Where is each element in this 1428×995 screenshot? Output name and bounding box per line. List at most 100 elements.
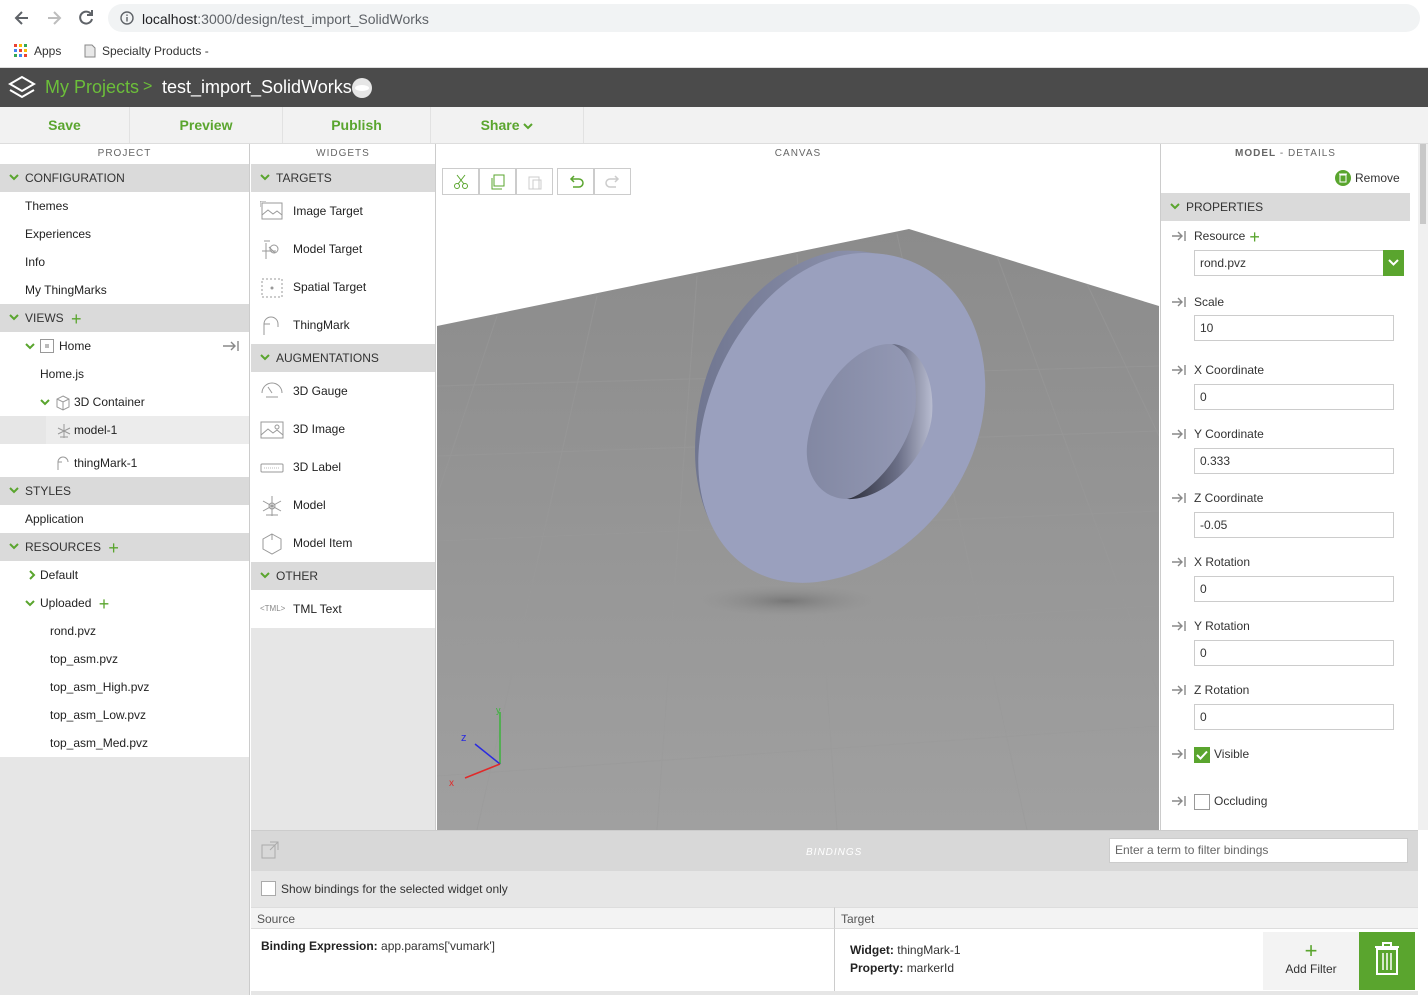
config-item-experiences[interactable]: Experiences [0, 220, 249, 248]
widget-model-item[interactable]: Model Item [251, 524, 435, 562]
chevron-down-icon [260, 352, 270, 362]
reload-icon[interactable] [76, 8, 96, 28]
show-selected-checkbox[interactable] [261, 881, 276, 896]
section-properties[interactable]: PROPERTIES [1161, 193, 1410, 221]
widget-3d-label[interactable]: 3D Label [251, 448, 435, 486]
remove-button[interactable]: Remove [1335, 170, 1400, 186]
scale-input[interactable]: 10 [1194, 315, 1394, 341]
occluding-checkbox[interactable] [1194, 794, 1210, 810]
z-rotation-input[interactable]: 0 [1194, 704, 1394, 730]
bind-arrow-icon[interactable] [1171, 556, 1187, 568]
preview-button[interactable]: Preview [130, 107, 283, 143]
section-augmentations[interactable]: AUGMENTATIONS [251, 344, 435, 372]
widget-3d-gauge[interactable]: 3D Gauge [251, 372, 435, 410]
widget-image-target[interactable]: Image Target [251, 192, 435, 230]
resource-file[interactable]: top_asm_Low.pvz [0, 701, 249, 729]
bookmark-specialty-products[interactable]: Specialty Products - [84, 44, 209, 58]
bind-arrow-icon[interactable] [1171, 795, 1187, 807]
bind-arrow-icon[interactable] [1171, 428, 1187, 440]
widget-thingmark[interactable]: ThingMark [251, 306, 435, 344]
y-coordinate-input[interactable]: 0.333 [1194, 448, 1394, 474]
scrollbar-thumb[interactable] [1420, 144, 1426, 224]
address-bar[interactable]: localhost:3000/design/test_import_SolidW… [108, 4, 1420, 32]
bind-arrow-icon[interactable] [1171, 620, 1187, 632]
widget-3d-gauge-label: 3D Gauge [293, 384, 348, 398]
section-resources[interactable]: RESOURCES + [0, 533, 249, 561]
delete-binding-button[interactable] [1359, 932, 1415, 990]
share-button[interactable]: Share [431, 107, 584, 143]
resource-file[interactable]: rond.pvz [0, 617, 249, 645]
x-rotation-input[interactable]: 0 [1194, 576, 1394, 602]
add-resource-icon[interactable]: + [1249, 228, 1260, 246]
info-icon[interactable] [120, 11, 134, 25]
binding-expression-label: Binding Expression: [261, 939, 378, 953]
bindings-filter-input[interactable]: Enter a term to filter bindings [1109, 838, 1408, 863]
config-item-info[interactable]: Info [0, 248, 249, 276]
tree-thingmark-1[interactable]: thingMark-1 [0, 444, 249, 477]
resource-uploaded[interactable]: Uploaded + [0, 589, 249, 617]
resource-file[interactable]: top_asm.pvz [0, 645, 249, 673]
bind-arrow-icon[interactable] [1171, 296, 1187, 308]
breadcrumb-my-projects[interactable]: My Projects [45, 77, 139, 98]
bind-arrow-icon[interactable] [1171, 230, 1187, 242]
add-view-icon[interactable]: + [71, 310, 82, 328]
view-home-js[interactable]: Home.js [0, 360, 249, 388]
visible-checkbox[interactable] [1194, 747, 1210, 763]
section-views[interactable]: VIEWS + [0, 304, 249, 332]
bind-arrow-icon[interactable] [1171, 492, 1187, 504]
copy-button[interactable] [479, 168, 516, 195]
resource-file[interactable]: top_asm_Med.pvz [0, 729, 249, 757]
layers-logo-icon[interactable] [8, 75, 36, 101]
navigate-arrow-icon[interactable] [222, 340, 240, 352]
bind-arrow-icon[interactable] [1171, 684, 1187, 696]
expand-panel-icon[interactable] [261, 841, 279, 859]
details-scrollbar[interactable] [1418, 144, 1428, 830]
z-coordinate-input[interactable]: -0.05 [1194, 512, 1394, 538]
view-page-icon [40, 339, 54, 353]
y-rotation-input[interactable]: 0 [1194, 640, 1394, 666]
config-item-themes[interactable]: Themes [0, 192, 249, 220]
section-styles[interactable]: STYLES [0, 477, 249, 505]
publish-button[interactable]: Publish [283, 107, 431, 143]
tree-model-1[interactable]: model-1 [46, 416, 249, 444]
cut-button[interactable] [442, 168, 479, 195]
config-item-thingmarks[interactable]: My ThingMarks [0, 276, 249, 304]
image-target-icon [260, 201, 284, 223]
widget-spatial-target-label: Spatial Target [293, 280, 367, 294]
resource-select[interactable]: rond.pvz [1194, 250, 1404, 276]
canvas-3d-viewport[interactable]: y z x [437, 196, 1159, 830]
widget-model[interactable]: Model [251, 486, 435, 524]
x-coordinate-input[interactable]: 0 [1194, 384, 1394, 410]
add-resource-icon[interactable]: + [108, 539, 119, 557]
resource-file[interactable]: top_asm_High.pvz [0, 673, 249, 701]
bookmark-apps[interactable]: Apps [14, 44, 61, 58]
forward-icon[interactable] [44, 8, 64, 28]
widget-model-target[interactable]: Model Target [251, 230, 435, 268]
undo-icon [567, 175, 585, 189]
tree-3d-container[interactable]: 3D Container [0, 388, 249, 416]
add-filter-button[interactable]: + Add Filter [1263, 932, 1359, 990]
section-targets[interactable]: TARGETS [251, 164, 435, 192]
bind-arrow-icon[interactable] [1171, 364, 1187, 376]
redo-button[interactable] [594, 168, 631, 195]
widget-spatial-target[interactable]: Spatial Target [251, 268, 435, 306]
widget-tml-text[interactable]: <TML> TML Text [251, 590, 435, 628]
project-menu-icon[interactable] [352, 78, 372, 98]
undo-button[interactable] [557, 168, 594, 195]
section-configuration[interactable]: CONFIGURATION [0, 164, 249, 192]
upload-resource-icon[interactable]: + [99, 595, 110, 613]
widget-3d-image[interactable]: 3D Image [251, 410, 435, 448]
view-home[interactable]: Home [0, 332, 249, 360]
back-icon[interactable] [12, 8, 32, 28]
trash-icon [1373, 942, 1401, 976]
section-other[interactable]: OTHER [251, 562, 435, 590]
save-button[interactable]: Save [0, 107, 130, 143]
paste-button[interactable] [516, 168, 553, 195]
visible-label: Visible [1214, 747, 1250, 761]
add-filter-label: Add Filter [1285, 962, 1337, 976]
chevron-down-icon [40, 397, 50, 407]
axis-y-label: y [496, 705, 501, 715]
bind-arrow-icon[interactable] [1171, 748, 1187, 760]
resource-default[interactable]: Default [0, 561, 249, 589]
style-application[interactable]: Application [0, 505, 249, 533]
